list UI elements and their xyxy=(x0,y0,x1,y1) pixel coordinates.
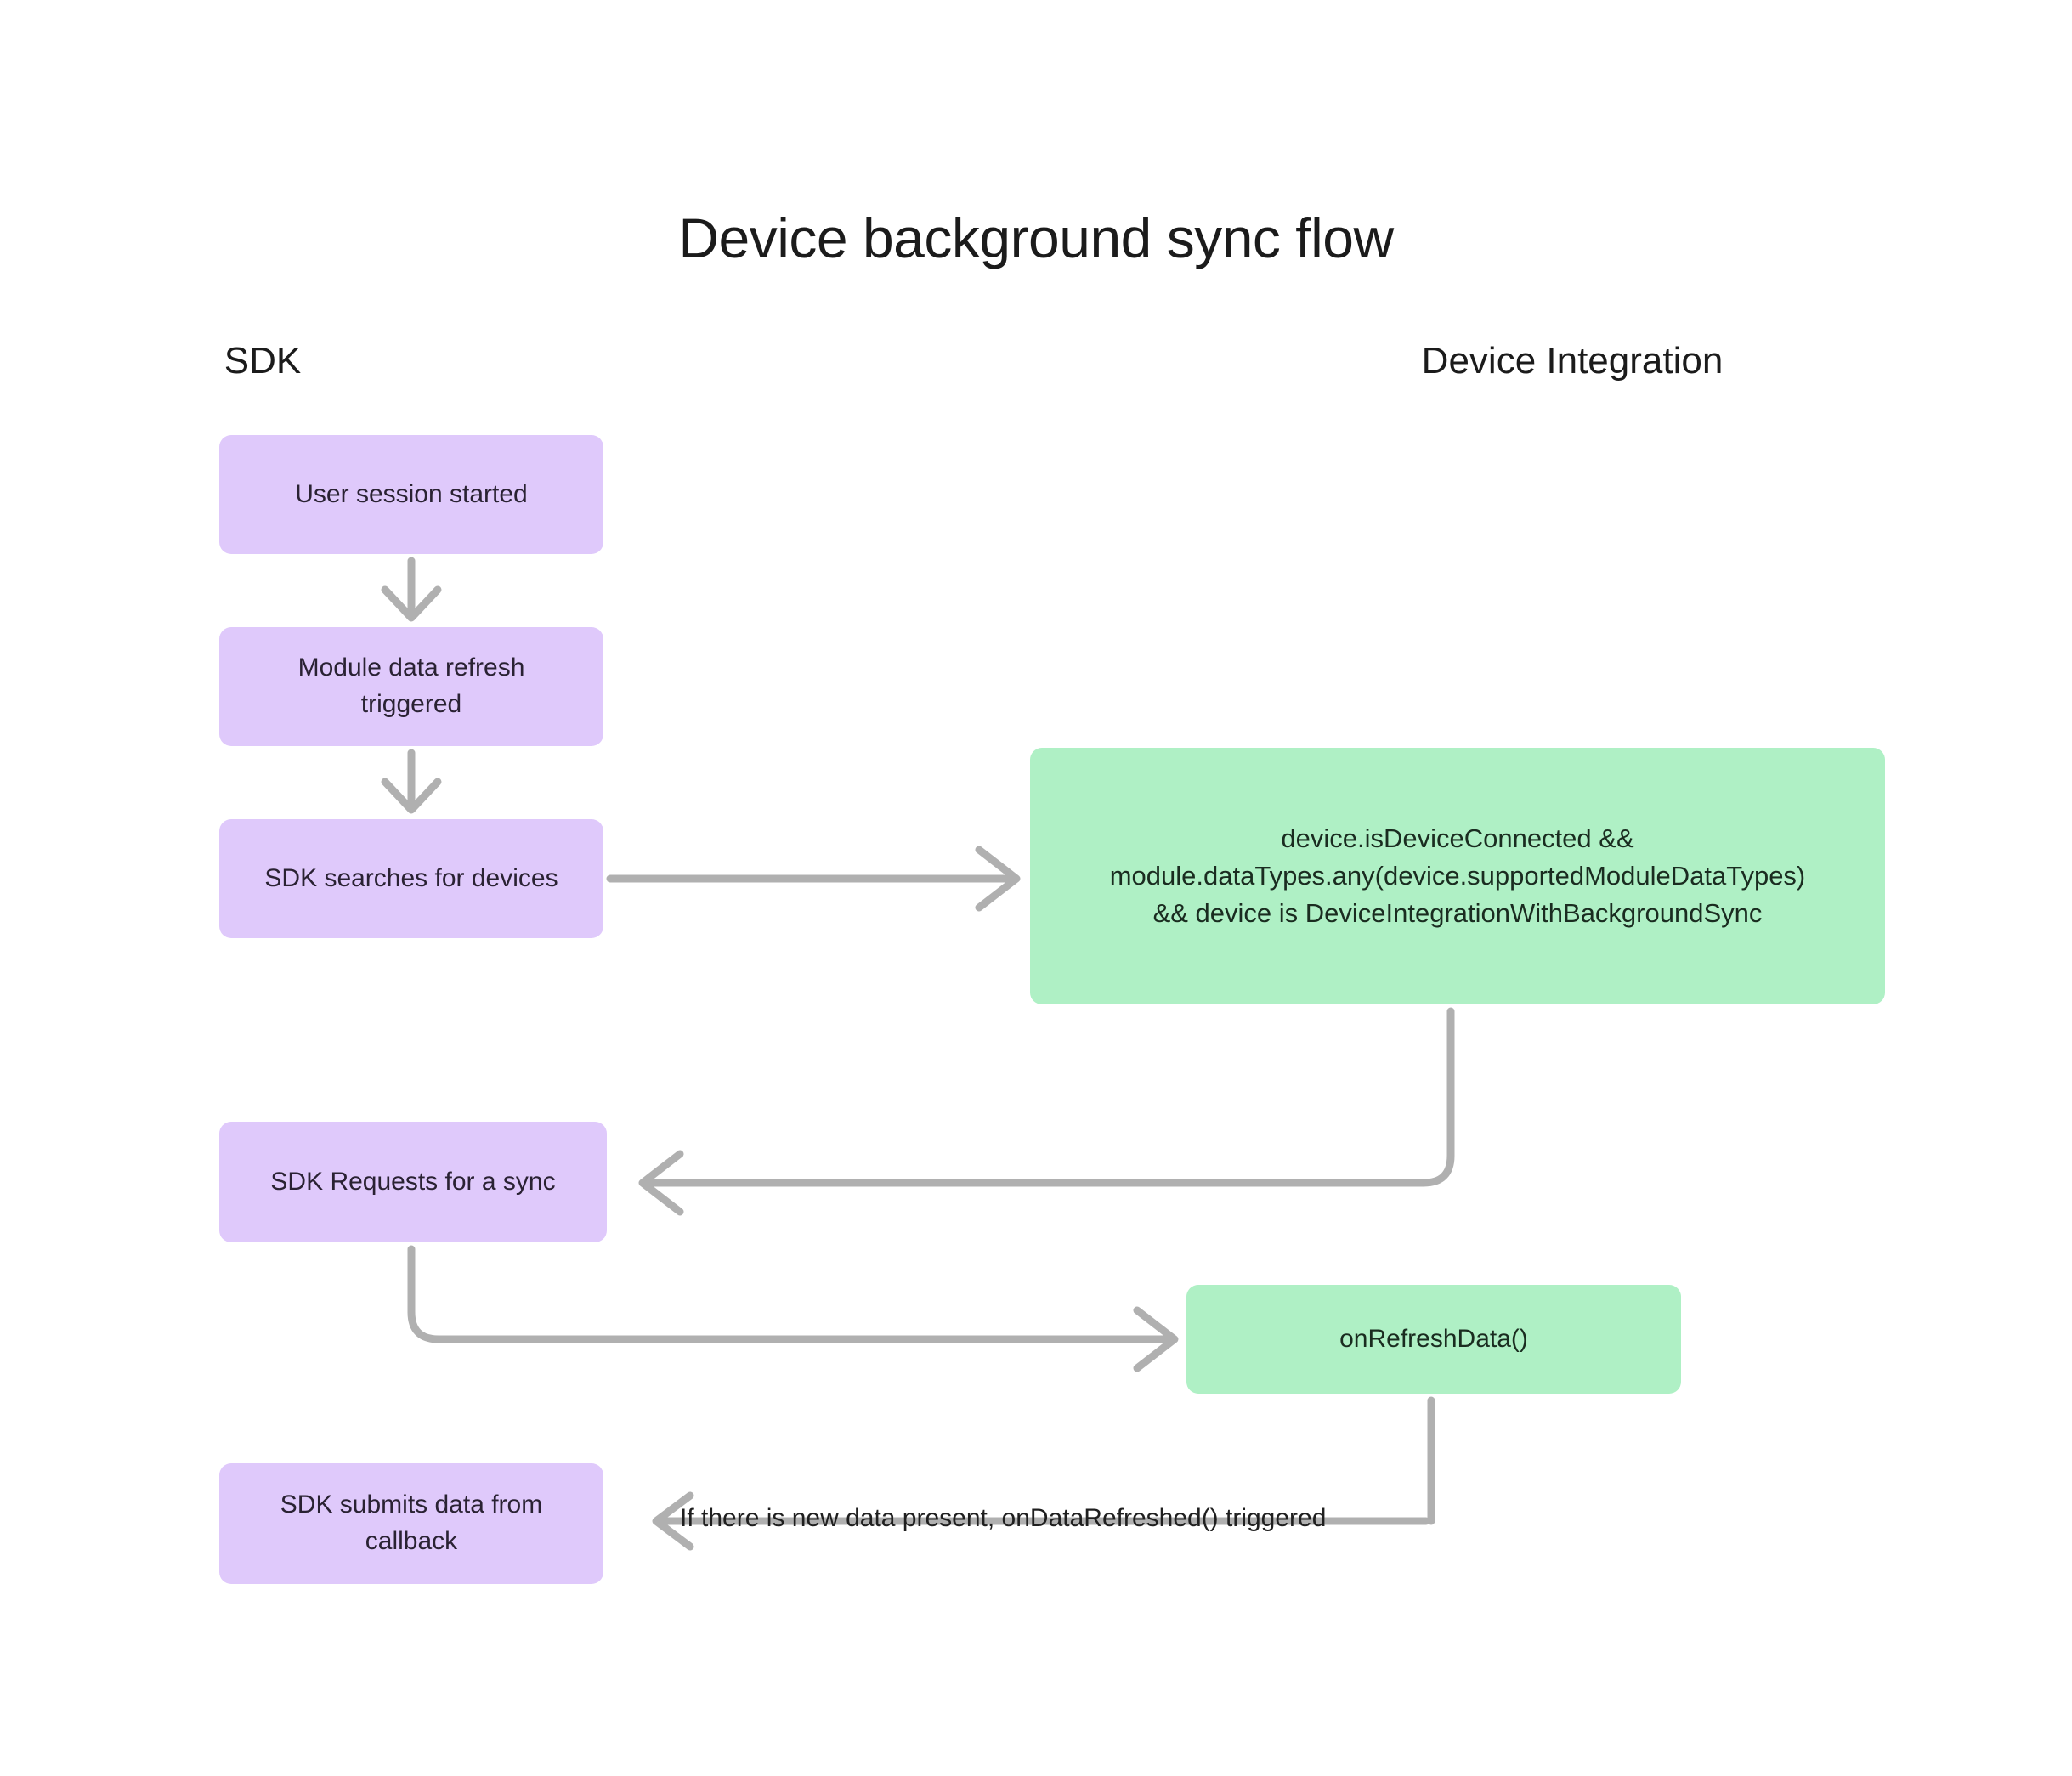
node-label-line-2: triggered xyxy=(360,690,462,718)
node-label: User session started xyxy=(295,479,528,508)
node-label-line-3: && device is DeviceIntegrationWithBackgr… xyxy=(1152,898,1763,928)
edge-user-session-to-module-refresh xyxy=(381,557,442,622)
node-label: SDK Requests for a sync xyxy=(270,1167,556,1196)
node-sdk-requests-for-a-sync[interactable]: SDK Requests for a sync xyxy=(219,1122,607,1242)
page-title: Device background sync flow xyxy=(678,206,1394,269)
edge-sdk-searches-to-condition xyxy=(606,846,1021,912)
node-label-line-2: callback xyxy=(365,1527,458,1555)
node-label-line-1: Module data refresh xyxy=(297,653,525,682)
edge-sdk-requests-to-on-refresh-data xyxy=(407,1245,1179,1372)
edge-label-on-data-refreshed: If there is new data present, onDataRefr… xyxy=(680,1504,1327,1532)
node-sdk-submits-data-from-callback[interactable]: SDK submits data from callback xyxy=(219,1463,603,1584)
node-label-line-1: device.isDeviceConnected && xyxy=(1281,823,1634,853)
node-on-refresh-data[interactable]: onRefreshData() xyxy=(1186,1285,1681,1394)
node-label: SDK searches for devices xyxy=(264,863,558,892)
node-label: Module data refresh triggered xyxy=(298,650,525,722)
lane-header-device-integration: Device Integration xyxy=(1421,340,1724,382)
node-label-line-1: SDK submits data from xyxy=(280,1490,543,1519)
lane-header-sdk: SDK xyxy=(224,340,302,382)
edge-condition-to-sdk-requests xyxy=(638,1007,1455,1216)
node-background-sync-condition[interactable]: device.isDeviceConnected && module.dataT… xyxy=(1030,748,1885,1004)
node-sdk-searches-for-devices[interactable]: SDK searches for devices xyxy=(219,819,603,938)
node-user-session-started[interactable]: User session started xyxy=(219,435,603,554)
node-label: device.isDeviceConnected && module.dataT… xyxy=(1110,820,1806,932)
node-label-line-2: module.dataTypes.any(device.supportedMod… xyxy=(1109,860,1806,891)
node-label: onRefreshData() xyxy=(1339,1324,1528,1353)
flowchart-canvas: Device background sync flow SDK Device I… xyxy=(0,0,2072,1776)
node-module-data-refresh-triggered[interactable]: Module data refresh triggered xyxy=(219,627,603,746)
node-label: SDK submits data from callback xyxy=(280,1487,542,1559)
edge-module-refresh-to-sdk-searches xyxy=(381,749,442,814)
